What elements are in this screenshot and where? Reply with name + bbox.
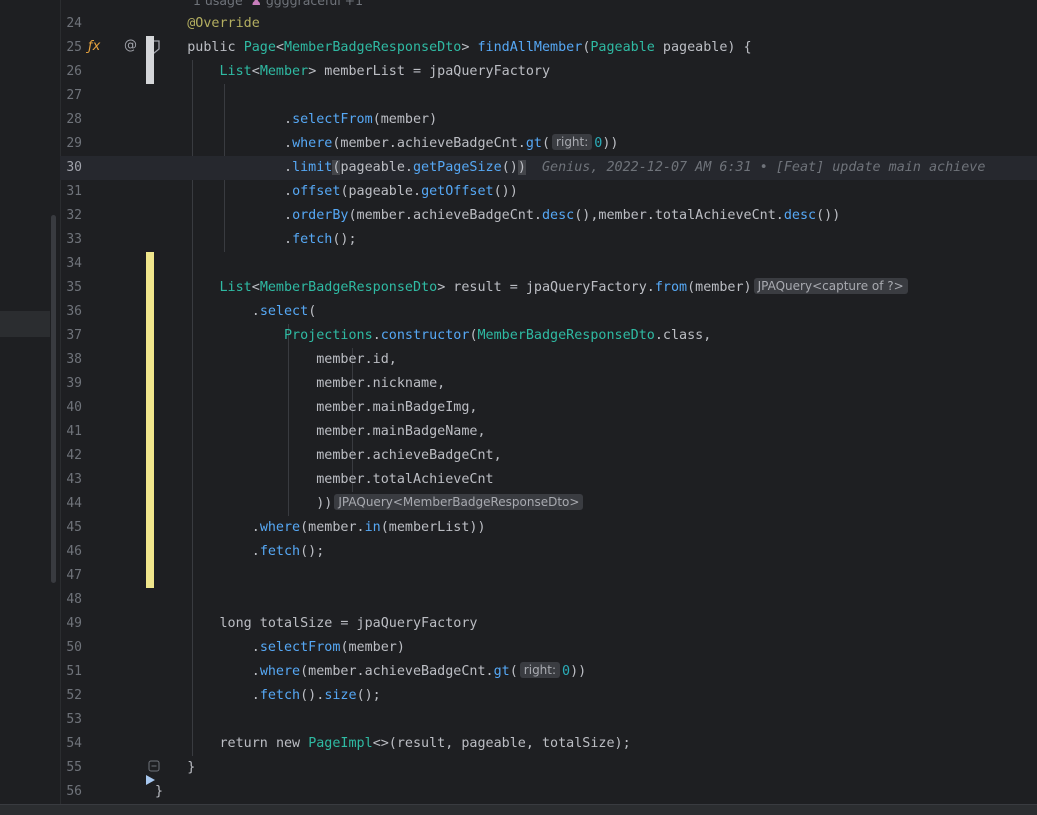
line-number: 56 <box>66 784 82 799</box>
line-number: 27 <box>66 88 82 103</box>
type-hint: JPAQuery<MemberBadgeResponseDto> <box>334 494 584 510</box>
inline-blame[interactable]: Genius, 2022-12-07 AM 6:31 • [Feat] upda… <box>542 160 985 175</box>
code-line: .where(member.in(memberList)) <box>155 520 486 535</box>
code-line: )) JPAQuery<MemberBadgeResponseDto> <box>155 492 1037 516</box>
code-line: long totalSize = jpaQueryFactory <box>219 616 478 631</box>
line-number: 42 <box>66 448 82 463</box>
tool-window-strip <box>0 0 61 814</box>
usage-count[interactable]: 1 usage <box>193 0 243 8</box>
code-line: member.nickname, <box>155 376 446 391</box>
line-number: 34 <box>66 256 82 271</box>
line-number: 47 <box>66 568 82 583</box>
code-line: member.id, <box>155 352 397 367</box>
line-number: 54 <box>66 736 82 751</box>
line-number: 38 <box>66 352 82 367</box>
code-line: member.mainBadgeName, <box>155 424 486 439</box>
line-number: 55 <box>66 760 82 775</box>
line-number-current: 30 <box>66 160 82 175</box>
line-number: 52 <box>66 688 82 703</box>
at-sign-icon[interactable]: @ <box>124 38 137 53</box>
code-editor[interactable]: 1 usage ♟ ggggraceful +1 @Override publi… <box>155 0 1037 814</box>
code-line: .offset(pageable.getOffset()) <box>155 184 518 199</box>
line-number: 32 <box>66 208 82 223</box>
author-name[interactable]: ggggraceful +1 <box>266 0 363 8</box>
code-line: List<MemberBadgeResponseDto> result = jp… <box>155 276 1037 300</box>
scrollbar-thumb[interactable] <box>51 215 56 583</box>
line-number: 39 <box>66 376 82 391</box>
change-marker-added <box>146 252 154 588</box>
line-number: 41 <box>66 424 82 439</box>
code-line: .where(member.achieveBadgeCnt.gt(right: 0… <box>155 134 619 151</box>
param-hint: right: <box>519 662 561 678</box>
code-line: } <box>155 760 196 775</box>
line-number: 45 <box>66 520 82 535</box>
change-marker-modified <box>146 36 154 84</box>
line-number: 25 <box>66 40 82 55</box>
line-number: 44 <box>66 496 82 511</box>
type-hint: JPAQuery<capture of ?> <box>753 278 908 294</box>
code-line: .select( <box>155 304 317 319</box>
line-number: 37 <box>66 328 82 343</box>
line-number: 51 <box>66 664 82 679</box>
line-number: 40 <box>66 400 82 415</box>
code-line: member.mainBadgeImg, <box>155 400 478 415</box>
code-line: .selectFrom(member) <box>155 112 438 127</box>
code-line: Projections.constructor(MemberBadgeRespo… <box>284 328 712 343</box>
line-number: 26 <box>66 64 82 79</box>
line-number: 29 <box>66 136 82 151</box>
author-icon: ♟ <box>250 0 262 8</box>
code-line: .orderBy(member.achieveBadgeCnt.desc(),m… <box>155 208 841 223</box>
code-line: return new PageImpl<>(result, pageable, … <box>219 736 631 751</box>
implement-method-icon[interactable]: ƒx <box>88 39 100 54</box>
code-line: .fetch().size(); <box>155 688 381 703</box>
param-hint: right: <box>552 134 593 150</box>
code-line: .where(member.achieveBadgeCnt.gt(right: 0… <box>155 662 587 679</box>
horizontal-scrollbar[interactable] <box>0 804 1037 815</box>
line-number: 36 <box>66 304 82 319</box>
code-line: List<Member> memberList = jpaQueryFactor… <box>219 64 551 79</box>
line-number: 35 <box>66 280 82 295</box>
code-line: member.achieveBadgeCnt, <box>155 448 502 463</box>
line-number: 49 <box>66 616 82 631</box>
code-line: } <box>155 784 164 799</box>
code-line: @Override <box>187 16 260 31</box>
line-number: 31 <box>66 184 82 199</box>
line-number: 50 <box>66 640 82 655</box>
line-number: 24 <box>66 16 82 31</box>
code-line-current: .limit(pageable.getPageSize()) Genius, 2… <box>155 156 1037 180</box>
code-line: member.totalAchieveCnt <box>155 472 494 487</box>
tool-window-selected-item[interactable] <box>0 311 50 337</box>
line-number: 43 <box>66 472 82 487</box>
line-number: 33 <box>66 232 82 247</box>
code-line: .fetch(); <box>155 232 357 247</box>
line-number: 48 <box>66 592 82 607</box>
line-number: 28 <box>66 112 82 127</box>
line-number: 46 <box>66 544 82 559</box>
line-number-gutter: 24 25 26 27 28 29 30 31 32 33 34 35 36 3… <box>60 0 160 814</box>
code-line: .selectFrom(member) <box>155 640 405 655</box>
usages-hint[interactable]: 1 usage ♟ ggggraceful +1 <box>193 0 363 8</box>
code-line: public Page<MemberBadgeResponseDto> find… <box>187 40 752 55</box>
line-number: 53 <box>66 712 82 727</box>
code-line: .fetch(); <box>155 544 325 559</box>
